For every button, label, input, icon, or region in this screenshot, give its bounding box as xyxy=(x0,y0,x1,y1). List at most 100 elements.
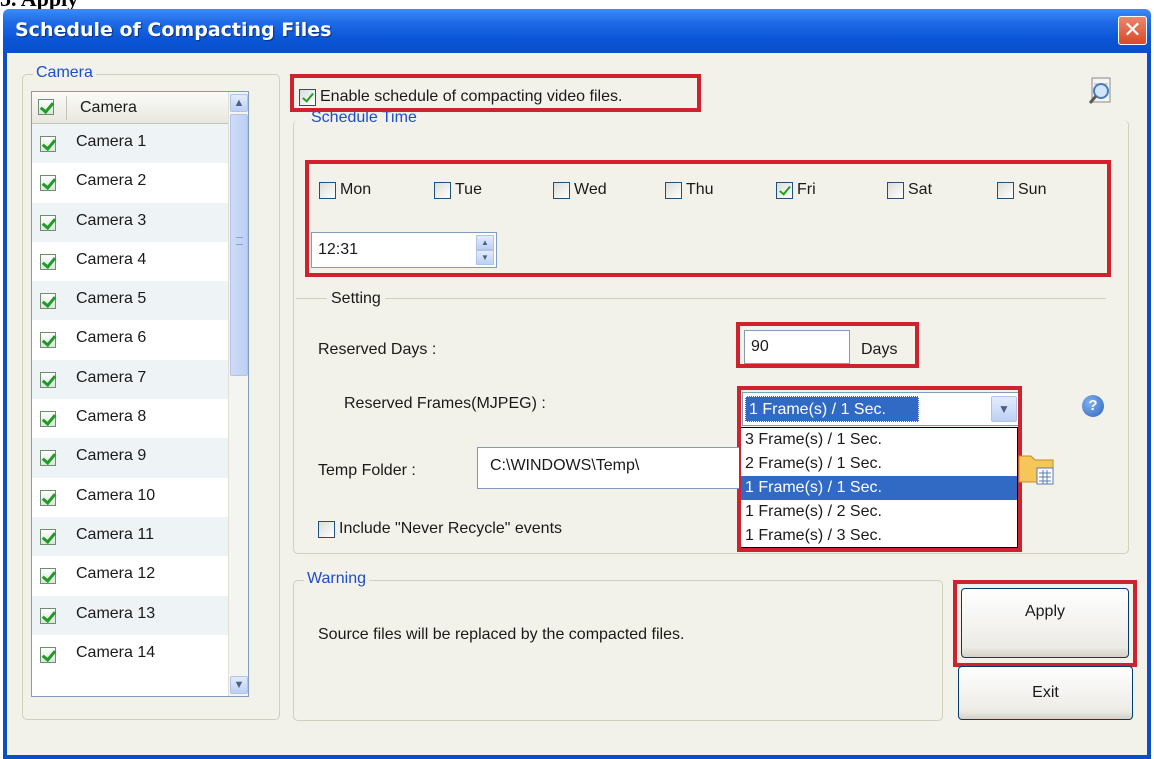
camera-row[interactable]: Camera 11 xyxy=(32,516,230,557)
day-checkbox[interactable] xyxy=(776,181,793,199)
title-bar: Schedule of Compacting Files ✕ xyxy=(3,9,1151,53)
camera-label: Camera 8 xyxy=(76,408,147,426)
camera-list: Camera Camera 1 Camera 2 Camera 3 Camera… xyxy=(31,91,249,697)
day-mon[interactable]: Mon xyxy=(319,181,371,199)
camera-checkbox[interactable] xyxy=(40,293,56,310)
temp-folder-value[interactable]: C:\WINDOWS\Temp\ xyxy=(490,457,639,475)
scroll-up-button[interactable]: ▲ xyxy=(230,94,248,112)
camera-checkbox[interactable] xyxy=(40,568,56,585)
include-never-recycle-checkbox[interactable] xyxy=(318,520,335,538)
camera-checkbox[interactable] xyxy=(40,332,56,349)
warning-legend: Warning xyxy=(304,570,369,588)
camera-row[interactable]: Camera 14 xyxy=(32,634,230,675)
day-tue[interactable]: Tue xyxy=(434,181,482,199)
camera-rows: Camera 1 Camera 2 Camera 3 Camera 4 Came… xyxy=(32,124,230,675)
warning-text: Source files will be replaced by the com… xyxy=(318,626,685,643)
scroll-thumb[interactable] xyxy=(230,114,248,376)
camera-row[interactable]: Camera 12 xyxy=(32,556,230,596)
apply-button[interactable]: Apply xyxy=(961,588,1129,658)
reserved-days-value[interactable]: 90 xyxy=(751,338,769,356)
camera-row[interactable]: Camera 6 xyxy=(32,320,230,360)
grip-icon xyxy=(236,237,243,245)
time-value[interactable]: 12:31 xyxy=(318,241,358,259)
camera-checkbox[interactable] xyxy=(40,136,56,152)
camera-checkbox[interactable] xyxy=(40,646,56,663)
include-never-recycle-label: Include "Never Recycle" events xyxy=(339,520,563,537)
camera-checkbox[interactable] xyxy=(40,528,56,545)
scroll-down-button[interactable]: ▼ xyxy=(230,676,248,694)
enable-schedule-checkbox[interactable] xyxy=(299,88,316,106)
camera-label: Camera 11 xyxy=(76,525,154,543)
camera-row[interactable]: Camera 1 xyxy=(32,124,230,164)
day-sat[interactable]: Sat xyxy=(887,181,932,199)
day-checkbox[interactable] xyxy=(319,181,336,199)
day-checkbox[interactable] xyxy=(997,181,1014,199)
day-checkbox[interactable] xyxy=(665,181,682,199)
camera-label: Camera 12 xyxy=(76,565,156,583)
camera-row[interactable]: Camera 4 xyxy=(32,241,230,282)
time-spinner-buttons: ▲ ▼ xyxy=(476,235,494,265)
spin-down-button[interactable]: ▼ xyxy=(476,250,494,265)
help-icon[interactable]: ? xyxy=(1082,395,1104,417)
camera-label: Camera 14 xyxy=(76,643,156,661)
setting-divider xyxy=(296,298,1106,299)
chevron-up-icon: ▲ xyxy=(233,97,245,109)
camera-checkbox[interactable] xyxy=(40,489,56,506)
camera-checkbox[interactable] xyxy=(40,214,56,231)
exit-button[interactable]: Exit xyxy=(958,666,1133,720)
camera-row[interactable]: Camera 13 xyxy=(32,595,230,635)
camera-checkbox[interactable] xyxy=(40,175,56,192)
header-separator xyxy=(66,96,67,120)
select-all-checkbox[interactable] xyxy=(38,99,54,115)
day-checkbox[interactable] xyxy=(553,181,570,199)
days-unit-label: Days xyxy=(861,341,898,358)
spin-up-button[interactable]: ▲ xyxy=(476,235,494,250)
reserved-days-label: Reserved Days : xyxy=(318,341,437,358)
camera-checkbox[interactable] xyxy=(40,607,56,624)
day-sun[interactable]: Sun xyxy=(997,181,1046,199)
time-spinner[interactable]: 12:31 ▲ ▼ xyxy=(311,232,497,268)
camera-checkbox[interactable] xyxy=(40,450,56,467)
camera-row[interactable]: Camera 10 xyxy=(32,477,230,517)
camera-label: Camera 6 xyxy=(76,329,147,347)
setting-legend: Setting xyxy=(327,290,385,308)
camera-row[interactable]: Camera 9 xyxy=(32,438,230,478)
magnifier-icon[interactable] xyxy=(1086,76,1116,106)
camera-list-scrollbar[interactable]: ▲ ▼ xyxy=(228,92,248,696)
camera-group: Camera Camera Camera 1 Camera 2 Camera 3… xyxy=(22,64,280,720)
camera-checkbox[interactable] xyxy=(40,411,56,428)
camera-checkbox[interactable] xyxy=(40,371,56,388)
day-label: Sat xyxy=(908,181,933,198)
camera-row[interactable]: Camera 2 xyxy=(32,163,230,203)
day-wed[interactable]: Wed xyxy=(553,181,607,199)
camera-label: Camera 3 xyxy=(76,211,147,229)
close-button[interactable]: ✕ xyxy=(1118,16,1147,45)
window-title: Schedule of Compacting Files xyxy=(15,19,332,41)
close-icon: ✕ xyxy=(1123,17,1142,42)
day-thu[interactable]: Thu xyxy=(665,181,714,199)
day-label: Thu xyxy=(686,181,714,198)
day-label: Fri xyxy=(797,181,816,198)
enable-schedule-label: Enable schedule of compacting video file… xyxy=(320,88,623,105)
camera-row[interactable]: Camera 5 xyxy=(32,281,230,321)
highlight-reserved-frames xyxy=(737,386,1022,552)
camera-label: Camera 10 xyxy=(76,486,156,504)
day-checkbox[interactable] xyxy=(887,181,904,199)
day-checkbox[interactable] xyxy=(434,181,451,199)
temp-folder-input[interactable]: C:\WINDOWS\Temp\ xyxy=(477,447,739,489)
warning-group: Warning Source files will be replaced by… xyxy=(293,570,943,721)
temp-folder-label: Temp Folder : xyxy=(318,462,416,479)
camera-row[interactable]: Camera 3 xyxy=(32,202,230,242)
day-label: Sun xyxy=(1018,181,1047,198)
camera-row[interactable]: Camera 8 xyxy=(32,399,230,439)
camera-list-header: Camera xyxy=(32,92,230,124)
camera-group-legend: Camera xyxy=(33,64,96,82)
day-fri[interactable]: Fri xyxy=(776,181,816,199)
camera-row[interactable]: Camera 7 xyxy=(32,359,230,400)
folder-icon[interactable] xyxy=(1017,446,1057,486)
camera-column-header[interactable]: Camera xyxy=(80,99,137,117)
reserved-days-input[interactable]: 90 xyxy=(744,330,850,364)
enable-schedule-option[interactable]: Enable schedule of compacting video file… xyxy=(299,88,622,106)
include-never-recycle-option[interactable]: Include "Never Recycle" events xyxy=(318,520,562,538)
camera-checkbox[interactable] xyxy=(40,253,56,270)
